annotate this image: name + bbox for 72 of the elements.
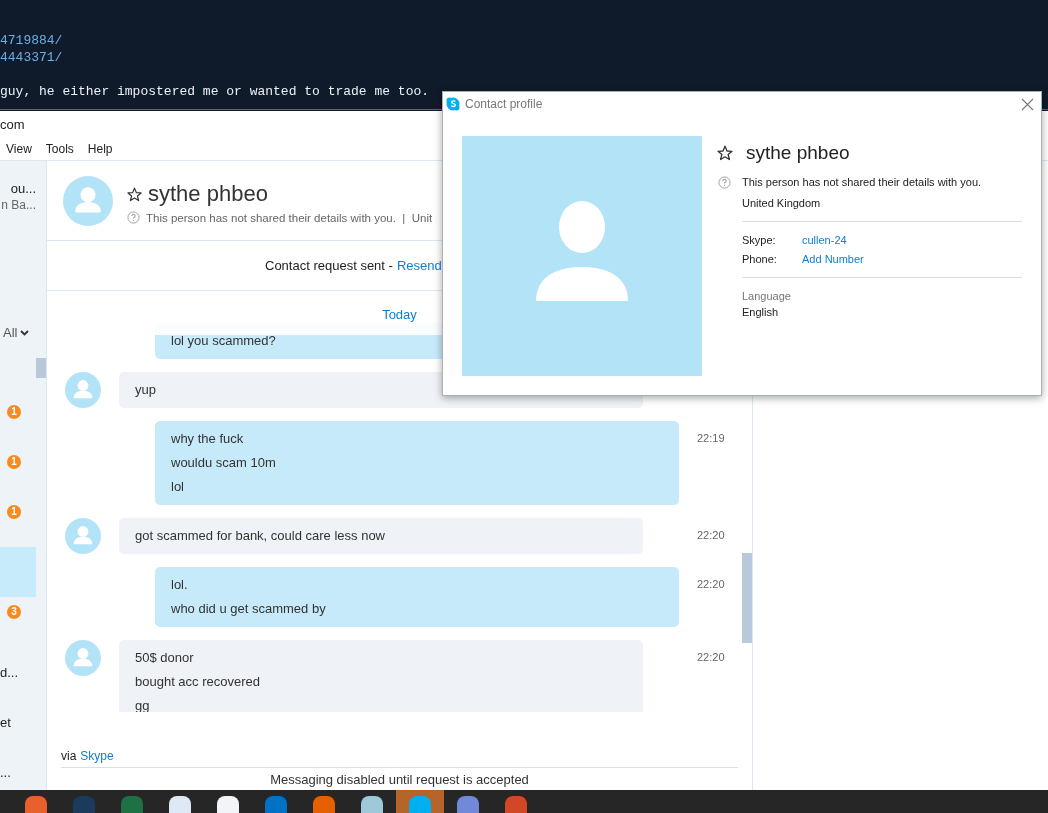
message-text: gg [135,697,150,712]
message-text: lol you scammed? [171,332,276,350]
terminal-line: guy, he either impostered me or wanted to trade me too. [0,83,431,100]
location-text: United Kingdom [742,196,822,211]
unread-badge: 1 [7,505,21,519]
message-time: 22:19 [697,431,726,445]
avatar-icon [462,136,702,376]
message-text: who did u get scammed by [171,600,326,618]
message-text: lol. [171,576,188,594]
chevron-down-icon [20,328,30,336]
app-logo-icon [446,97,460,111]
profile-text: n Ba... [1,197,36,213]
contact-name: d... [0,664,19,680]
contact-name: et [0,714,11,730]
message-text: bought acc recovered [135,673,261,691]
contact-item[interactable]: 1 [0,447,36,497]
contact-item[interactable]: ... [0,747,36,790]
message-text: lol [171,478,184,496]
scrollbar-thumb[interactable] [742,553,752,643]
request-text: Contact request sent - [265,258,393,273]
avatar-icon [65,372,101,408]
field-link[interactable]: cullen-24 [802,232,847,248]
day-label: Today [382,307,417,323]
filter-dropdown[interactable]: All [0,324,36,340]
close-icon [1021,97,1034,111]
help-icon [127,211,140,224]
contact-item[interactable]: 1 [0,397,36,447]
skype-link[interactable]: Skype [80,749,114,763]
field-label: Skype: [742,233,777,248]
profile-text: ou... [10,181,36,197]
message-time: 22:20 [697,528,726,542]
contact-name: sythe phbeo [746,142,850,164]
message-text: 50$ donor [135,649,194,667]
help-icon [718,175,731,189]
privacy-note: This person has not shared their details with you. [742,175,982,190]
contact-item[interactable]: 3 [0,597,36,647]
message-text: wouldu scam 10m [171,454,276,472]
message-text: yup [135,381,156,399]
star-icon [717,145,733,161]
resend-link[interactable]: Resend [396,258,442,273]
avatar-icon [65,518,101,554]
messaging-notice: Messaging disabled until request is accepted [270,771,529,787]
contact-status: This person has not shared their details with you. | Unit [146,211,433,224]
language-value: English [742,305,780,320]
menu-item[interactable]: Tools [45,138,74,160]
window-title: com [0,116,26,134]
unread-badge: 1 [7,455,21,469]
contact-item[interactable]: et [0,697,36,747]
close-button[interactable] [1021,97,1034,111]
contact-name: ... [0,764,11,780]
message-text: why the fuck [171,430,244,448]
language-label: Language [742,289,792,304]
scrollbar-thumb[interactable] [36,358,46,378]
avatar-icon [65,640,101,676]
menu-item[interactable]: Help [87,138,113,160]
terminal-line: 4719884/ [0,32,64,49]
unread-badge: 1 [7,405,21,419]
via-text: via [61,749,77,763]
dialog-title: Contact profile [465,97,543,111]
contact-item[interactable]: d... [0,647,36,697]
message-text: got scammed for bank, could care less now [135,527,385,545]
menu-item[interactable]: View [6,138,32,160]
avatar-icon [63,175,113,226]
terminal-line: 4443371/ [0,49,64,66]
field-label: Phone: [742,252,778,267]
unread-badge: 3 [7,605,21,619]
message-time: 22:20 [697,577,726,591]
star-icon [127,186,142,202]
field-link[interactable]: Add Number [802,251,864,267]
contact-item[interactable]: 1 [0,497,36,547]
message-time: 22:20 [697,650,726,664]
contact-name: sythe phbeo [148,181,268,207]
